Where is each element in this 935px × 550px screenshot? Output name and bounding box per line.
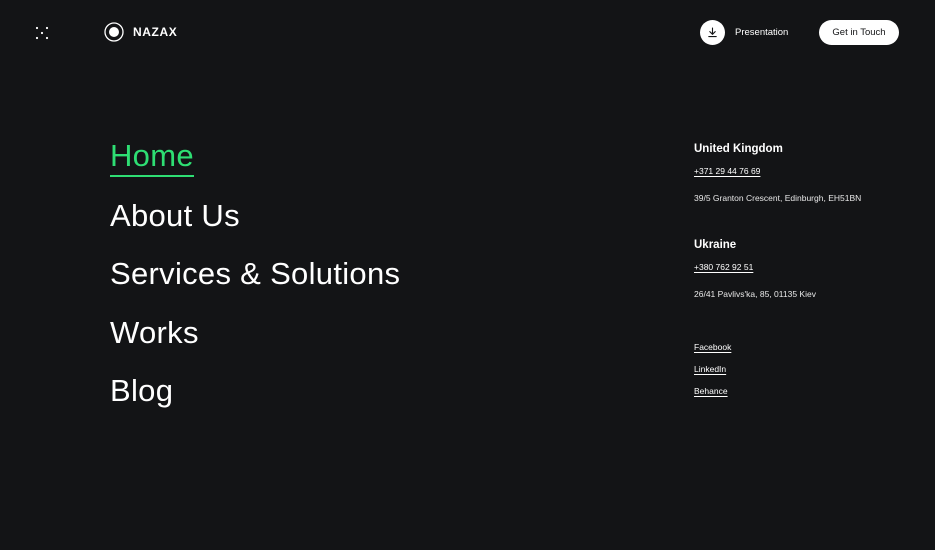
- presentation-label: Presentation: [735, 27, 789, 38]
- nav-link-works[interactable]: Works: [110, 313, 199, 353]
- download-button[interactable]: [700, 20, 725, 45]
- menu-page: NAZAX Presentation Get in Touch Home Abo…: [0, 0, 935, 550]
- nav-link-about-us[interactable]: About Us: [110, 196, 240, 236]
- social-links: Facebook LinkedIn Behance: [694, 341, 914, 397]
- nav-item-services: Services & Solutions: [110, 254, 400, 313]
- logo-icon: [104, 22, 124, 42]
- nav-item-works: Works: [110, 313, 400, 372]
- behance-link[interactable]: Behance: [694, 385, 914, 397]
- office-address: 39/5 Granton Crescent, Edinburgh, EH51BN: [694, 193, 862, 203]
- office-phone-link[interactable]: +371 29 44 76 69: [694, 166, 760, 176]
- dots-grid-icon[interactable]: [35, 26, 49, 40]
- office-united-kingdom: United Kingdom +371 29 44 76 69 39/5 Gra…: [694, 140, 914, 203]
- office-ukraine: Ukraine +380 762 92 51 26/41 Pavlivs'ka,…: [694, 236, 914, 299]
- linkedin-link[interactable]: LinkedIn: [694, 363, 914, 375]
- office-address: 26/41 Pavlivs'ka, 85, 01135 Kiev: [694, 289, 816, 299]
- nav-link-blog[interactable]: Blog: [110, 371, 173, 411]
- office-country: United Kingdom: [694, 143, 783, 155]
- contacts-panel: United Kingdom +371 29 44 76 69 39/5 Gra…: [694, 140, 914, 397]
- nav-link-home[interactable]: Home: [110, 137, 194, 177]
- nav-item-blog: Blog: [110, 371, 400, 430]
- presentation-download-link[interactable]: Presentation: [700, 20, 788, 45]
- nav-item-home: Home: [110, 137, 400, 196]
- logo[interactable]: NAZAX: [104, 22, 177, 42]
- facebook-link[interactable]: Facebook: [694, 341, 914, 353]
- office-country: Ukraine: [694, 239, 737, 251]
- nav-item-about-us: About Us: [110, 196, 400, 255]
- main-navigation: Home About Us Services & Solutions Works…: [110, 137, 400, 430]
- logo-text: NAZAX: [133, 25, 178, 39]
- download-icon: [708, 27, 717, 38]
- get-in-touch-button[interactable]: Get in Touch: [819, 20, 899, 45]
- office-phone-link[interactable]: +380 762 92 51: [694, 262, 753, 272]
- nav-link-services-solutions[interactable]: Services & Solutions: [110, 254, 400, 294]
